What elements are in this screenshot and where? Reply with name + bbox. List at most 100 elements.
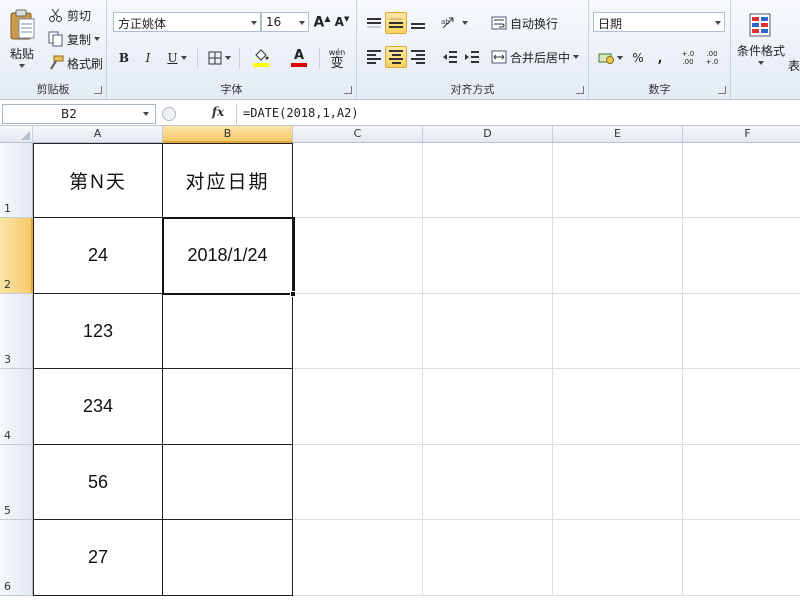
orientation-button[interactable]: ab — [439, 12, 469, 34]
borders-button[interactable] — [203, 48, 235, 68]
row-header-2[interactable]: 2 — [0, 218, 33, 294]
name-box[interactable]: B2 — [2, 104, 156, 124]
cell-b4[interactable] — [163, 369, 293, 445]
accounting-format-button[interactable] — [595, 48, 625, 68]
column-header-c[interactable]: C — [293, 126, 423, 143]
increase-decimal-button[interactable]: +.0 .00 — [677, 46, 699, 70]
cell-d2[interactable] — [423, 218, 553, 294]
merge-center-button[interactable]: 合并后居中 — [491, 48, 580, 66]
cell-a4[interactable]: 234 — [33, 369, 163, 445]
formula-bar-resize-handle[interactable] — [162, 107, 176, 121]
fill-color-button[interactable] — [245, 46, 277, 70]
row-header-6[interactable]: 6 — [0, 520, 33, 596]
cell-b3[interactable] — [163, 294, 293, 369]
copy-dropdown-icon[interactable] — [94, 37, 101, 41]
cell-d5[interactable] — [423, 445, 553, 520]
align-middle-button[interactable] — [385, 12, 407, 34]
decrease-indent-button[interactable] — [439, 46, 461, 68]
cell-f6[interactable] — [683, 520, 800, 596]
row-header-4[interactable]: 4 — [0, 369, 33, 445]
format-painter-button[interactable]: 格式刷 — [48, 54, 103, 72]
underline-button[interactable]: U — [163, 48, 191, 68]
cell-b6[interactable] — [163, 520, 293, 596]
align-bottom-button[interactable] — [407, 12, 429, 34]
cell-f5[interactable] — [683, 445, 800, 520]
cell-a5[interactable]: 56 — [33, 445, 163, 520]
cell-e4[interactable] — [553, 369, 683, 445]
number-launcher-icon[interactable] — [718, 86, 726, 94]
name-box-dropdown-icon[interactable] — [143, 112, 149, 116]
cell-a1[interactable]: 第N天 — [33, 143, 163, 218]
alignment-group: ab 自动换行 合并后居中 对齐方式 — [357, 0, 589, 100]
cell-c1[interactable] — [293, 143, 423, 218]
cell-b1[interactable]: 对应日期 — [163, 143, 293, 218]
cell-d4[interactable] — [423, 369, 553, 445]
increase-indent-button[interactable] — [461, 46, 483, 68]
cell-b2[interactable]: 2018/1/24 — [163, 218, 293, 294]
cell-f4[interactable] — [683, 369, 800, 445]
align-top-button[interactable] — [363, 12, 385, 34]
cut-button[interactable]: 剪切 — [48, 6, 91, 24]
alignment-launcher-icon[interactable] — [576, 86, 584, 94]
bold-button[interactable]: B — [115, 48, 133, 68]
cell-d3[interactable] — [423, 294, 553, 369]
row-header-5[interactable]: 5 — [0, 445, 33, 520]
cell-d6[interactable] — [423, 520, 553, 596]
phonetic-button[interactable]: wén 变 — [321, 44, 353, 72]
grow-font-button[interactable]: A▲ — [313, 13, 331, 31]
column-header-d[interactable]: D — [423, 126, 553, 143]
select-all-button[interactable] — [0, 126, 33, 143]
font-size-select[interactable]: 16 — [261, 12, 309, 32]
wrap-text-button[interactable]: 自动换行 — [491, 14, 558, 32]
cell-c5[interactable] — [293, 445, 423, 520]
row-header-1[interactable]: 1 — [0, 143, 33, 218]
comma-button[interactable]: , — [653, 48, 667, 68]
currency-icon — [598, 53, 614, 64]
font-color-button[interactable]: A — [283, 46, 315, 70]
cell-f1[interactable] — [683, 143, 800, 218]
paste-button[interactable]: 粘贴 — [4, 4, 40, 72]
cell-e5[interactable] — [553, 445, 683, 520]
cell-a2[interactable]: 24 — [33, 218, 163, 294]
conditional-format-button[interactable]: 条件格式 — [733, 4, 789, 72]
insert-function-button[interactable]: fx — [205, 105, 231, 123]
cell-f3[interactable] — [683, 294, 800, 369]
cell-c4[interactable] — [293, 369, 423, 445]
row-header-3[interactable]: 3 — [0, 294, 33, 369]
cell-c6[interactable] — [293, 520, 423, 596]
fill-handle[interactable] — [290, 291, 296, 297]
column-header-a[interactable]: A — [33, 126, 163, 143]
cell-f2[interactable] — [683, 218, 800, 294]
italic-button[interactable]: I — [139, 48, 157, 68]
column-header-b[interactable]: B — [163, 126, 293, 143]
font-name-select[interactable]: 方正姚体 — [113, 12, 261, 32]
decrease-decimal-button[interactable]: .00 +.0 — [701, 46, 723, 70]
cell-c2[interactable] — [293, 218, 423, 294]
align-center-button[interactable] — [385, 46, 407, 68]
cell-e2[interactable] — [553, 218, 683, 294]
clipboard-launcher-icon[interactable] — [94, 86, 102, 94]
shrink-font-button[interactable]: A▼ — [333, 13, 351, 31]
formula-input[interactable]: =DATE(2018,1,A2) — [236, 104, 798, 124]
svg-text:ab: ab — [441, 18, 450, 26]
number-format-select[interactable]: 日期 — [593, 12, 725, 32]
column-header-e[interactable]: E — [553, 126, 683, 143]
percent-button[interactable]: % — [629, 48, 647, 68]
cell-a3[interactable]: 123 — [33, 294, 163, 369]
format-as-table-button[interactable]: 表 — [787, 56, 800, 74]
cell-e3[interactable] — [553, 294, 683, 369]
align-left-button[interactable] — [363, 46, 385, 68]
cell-e6[interactable] — [553, 520, 683, 596]
cell-e1[interactable] — [553, 143, 683, 218]
copy-button[interactable]: 复制 — [48, 30, 101, 48]
align-right-button[interactable] — [407, 46, 429, 68]
cell-b5[interactable] — [163, 445, 293, 520]
cell-c3[interactable] — [293, 294, 423, 369]
font-launcher-icon[interactable] — [344, 86, 352, 94]
column-header-f[interactable]: F — [683, 126, 800, 143]
worksheet-grid[interactable]: A B C D E F 1 2 3 4 5 6 第N天 对应日期 24 2018… — [0, 126, 800, 600]
cell-a6[interactable]: 27 — [33, 520, 163, 596]
clipboard-group: 粘贴 剪切 复制 格式刷 剪贴板 — [0, 0, 107, 100]
cell-d1[interactable] — [423, 143, 553, 218]
paste-dropdown-icon[interactable] — [19, 63, 25, 68]
